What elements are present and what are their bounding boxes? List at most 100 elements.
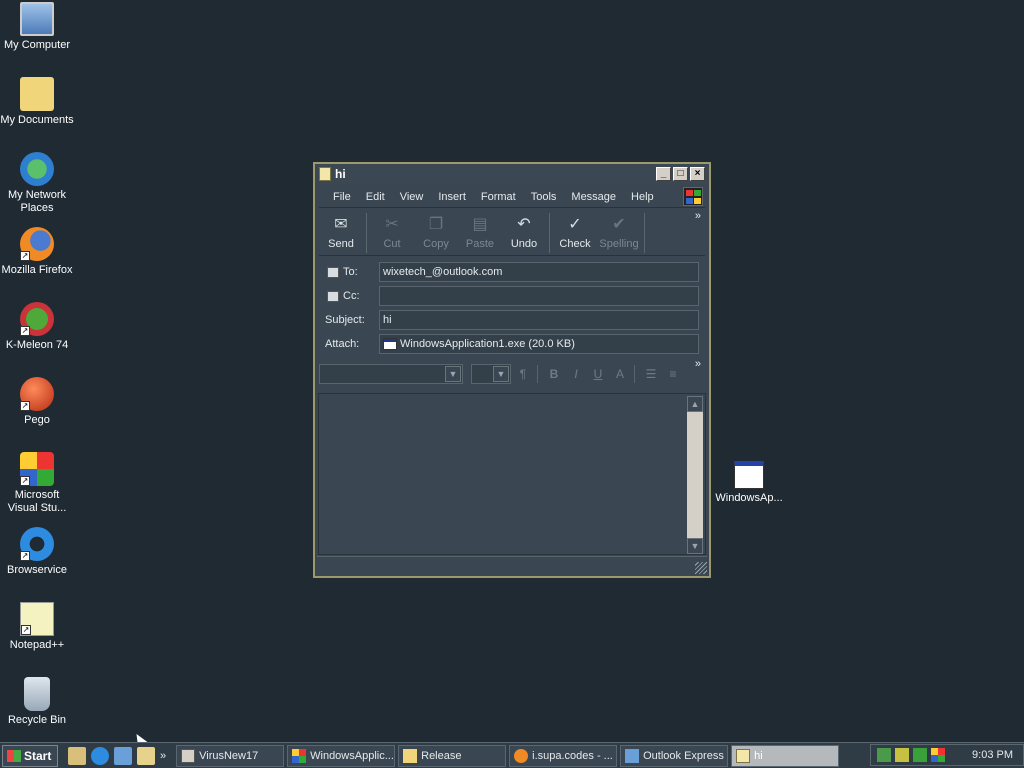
vertical-scrollbar[interactable]: ▲ ▼ <box>687 396 703 554</box>
app-tray-icon[interactable] <box>913 748 927 762</box>
compose-message-icon <box>736 748 751 763</box>
to-label: To: <box>343 266 358 278</box>
to-label-button[interactable]: To: <box>325 266 379 278</box>
toolbar-separator <box>366 213 367 253</box>
format-overflow-chevron-icon[interactable]: » <box>695 358 701 370</box>
menu-tools[interactable]: Tools <box>531 191 557 203</box>
paste-button[interactable]: ▤ Paste <box>458 213 502 250</box>
ie-icon[interactable] <box>91 746 109 765</box>
bullet-list-icon[interactable]: ≡ <box>663 364 683 384</box>
attachment-name[interactable]: WindowsApplication1.exe (20.0 KB) <box>400 338 575 350</box>
start-label: Start <box>24 748 52 763</box>
desktop-icon-browservice[interactable]: ↗ Browservice <box>0 527 74 577</box>
undo-label: Undo <box>510 238 538 250</box>
task-label: VirusNew17 <box>199 749 259 762</box>
send-button[interactable]: ✉ Send <box>319 213 363 250</box>
search-icon[interactable] <box>137 746 155 765</box>
italic-button[interactable]: I <box>566 364 586 384</box>
spelling-icon: ✔ <box>612 216 626 233</box>
resize-grip-icon[interactable] <box>695 562 707 574</box>
title-bar[interactable]: hi _ □ × <box>315 164 709 184</box>
clock[interactable]: 9:03 PM <box>972 749 1013 761</box>
shortcut-arrow-icon: ↗ <box>20 326 30 336</box>
quick-launch-overflow-chevron-icon[interactable]: » <box>160 750 166 762</box>
attachment-field[interactable]: WindowsApplication1.exe (20.0 KB) <box>379 334 699 354</box>
spelling-button[interactable]: ✔ Spelling <box>597 213 641 250</box>
task-hi[interactable]: hi <box>731 744 840 767</box>
subject-field[interactable]: hi <box>379 310 699 330</box>
message-body[interactable]: ▲ ▼ <box>318 393 706 555</box>
desktop-icon-k-meleon[interactable]: ↗ K-Meleon 74 <box>0 302 74 352</box>
desktop-icon-recycle-bin[interactable]: Recycle Bin <box>0 677 74 727</box>
task-label: WindowsApplic... <box>310 749 394 762</box>
task-label: i.supa.codes - ... <box>532 749 613 762</box>
task-virusnew17[interactable]: VirusNew17 <box>176 744 285 767</box>
scroll-down-icon[interactable]: ▼ <box>687 538 703 554</box>
toolbar-overflow-chevron-icon[interactable]: » <box>695 210 701 222</box>
menu-insert[interactable]: Insert <box>438 191 466 203</box>
cc-field[interactable] <box>379 286 699 306</box>
task-label: hi <box>754 749 763 762</box>
desktop-icon-pego[interactable]: ↗ Pego <box>0 377 74 427</box>
desktop-icon-visual-studio[interactable]: ↗ Microsoft Visual Stu... <box>0 452 74 515</box>
start-button[interactable]: Start <box>2 744 58 767</box>
cc-row: Cc: <box>325 284 699 308</box>
menu-view[interactable]: View <box>400 191 424 203</box>
recycle-bin-icon <box>24 677 50 711</box>
compose-window: hi _ □ × File Edit View Insert Format To… <box>313 162 711 578</box>
underline-button[interactable]: U <box>588 364 608 384</box>
task-outlook-express[interactable]: Outlook Express <box>620 744 729 767</box>
show-desktop-icon[interactable] <box>68 746 86 765</box>
close-button[interactable]: × <box>690 167 705 181</box>
desktop-icon-label: Mozilla Firefox <box>1 264 73 276</box>
numbered-list-icon[interactable]: ☰ <box>641 364 661 384</box>
font-size-select[interactable]: ▼ <box>471 364 511 384</box>
desktop-icon-label: My Computer <box>3 39 71 51</box>
desktop-icon-my-documents[interactable]: My Documents <box>0 77 74 127</box>
minimize-button[interactable]: _ <box>656 167 671 181</box>
toolbar-separator <box>549 213 550 253</box>
cut-button[interactable]: ✂ Cut <box>370 213 414 250</box>
kmeleon-icon: ↗ <box>20 302 54 336</box>
desktop-icon-windowsapp[interactable]: WindowsAp... <box>712 461 786 505</box>
quick-launch: » <box>68 746 166 765</box>
visual-studio-tray-icon[interactable] <box>931 748 945 762</box>
windows-logo-icon <box>683 187 703 206</box>
security-tray-icon[interactable] <box>895 748 909 762</box>
paragraph-style-icon[interactable]: ¶ <box>513 364 533 384</box>
menu-file[interactable]: File <box>333 191 351 203</box>
desktop-icon-notepad-plus-plus[interactable]: ↗ Notepad++ <box>0 602 74 652</box>
chevron-down-icon: ▼ <box>493 366 509 382</box>
font-name-select[interactable]: ▼ <box>319 364 463 384</box>
desktop-icon-mozilla-firefox[interactable]: ↗ Mozilla Firefox <box>0 227 74 277</box>
desktop-icon-my-computer[interactable]: My Computer <box>0 2 74 52</box>
attach-row: Attach: WindowsApplication1.exe (20.0 KB… <box>325 332 699 356</box>
menu-format[interactable]: Format <box>481 191 516 203</box>
menu-help[interactable]: Help <box>631 191 654 203</box>
notepad-icon: ↗ <box>20 602 54 636</box>
task-release[interactable]: Release <box>398 744 507 767</box>
font-color-button[interactable]: A <box>610 364 630 384</box>
desktop-icon-my-network-places[interactable]: My Network Places <box>0 152 74 215</box>
outlook-express-icon[interactable] <box>114 746 132 765</box>
check-button[interactable]: ✓ Check <box>553 213 597 250</box>
visual-studio-icon: ↗ <box>20 452 54 486</box>
menu-edit[interactable]: Edit <box>366 191 385 203</box>
outlook-express-icon <box>625 748 640 763</box>
firefox-icon: ↗ <box>20 227 54 261</box>
cc-label-button[interactable]: Cc: <box>325 290 379 302</box>
scroll-up-icon[interactable]: ▲ <box>687 396 703 412</box>
send-label: Send <box>328 238 354 250</box>
menu-message[interactable]: Message <box>571 191 616 203</box>
desktop-icon-label: My Network Places <box>7 189 67 214</box>
copy-button[interactable]: ❐ Copy <box>414 213 458 250</box>
cut-label: Cut <box>383 238 401 250</box>
to-field[interactable]: wixetech_@outlook.com <box>379 262 699 282</box>
network-tray-icon[interactable] <box>877 748 891 762</box>
maximize-button[interactable]: □ <box>673 167 688 181</box>
bold-button[interactable]: B <box>544 364 564 384</box>
undo-button[interactable]: ↶ Undo <box>502 213 546 250</box>
shortcut-arrow-icon: ↗ <box>20 251 30 261</box>
task-isupa-codes[interactable]: i.supa.codes - ... <box>509 744 618 767</box>
task-windowsapplic[interactable]: WindowsApplic... <box>287 744 396 767</box>
